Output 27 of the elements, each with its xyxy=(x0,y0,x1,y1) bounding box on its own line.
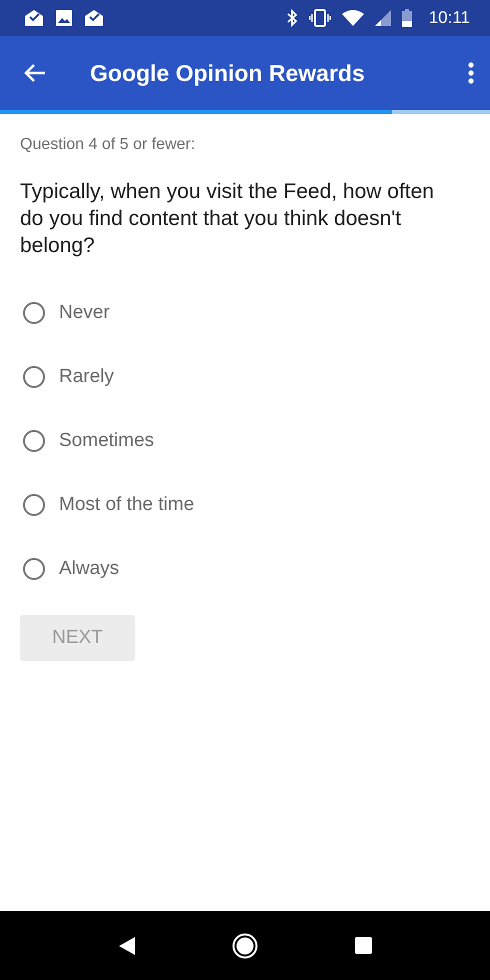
back-icon[interactable] xyxy=(118,936,134,954)
battery-icon xyxy=(402,9,412,27)
question-counter: Question 4 of 5 or fewer: xyxy=(20,136,196,154)
question-text: Typically, when you visit the Feed, how often do you find content that you think doesn't belong? xyxy=(20,179,435,259)
wifi-icon xyxy=(342,10,364,26)
bluetooth-icon xyxy=(286,9,298,27)
back-arrow-icon[interactable] xyxy=(24,63,46,83)
option-label[interactable]: Most of the time xyxy=(59,494,194,516)
recents-icon[interactable] xyxy=(354,937,372,954)
radio-button[interactable] xyxy=(23,558,45,580)
home-icon[interactable] xyxy=(232,932,258,958)
option-label[interactable]: Rarely xyxy=(59,366,114,388)
option-label[interactable]: Always xyxy=(59,558,120,580)
mail-icon xyxy=(24,9,44,27)
image-icon xyxy=(55,9,73,27)
clock-time: 10:11 xyxy=(428,8,470,28)
radio-button[interactable] xyxy=(23,494,45,516)
vibrate-icon xyxy=(308,9,331,27)
radio-button[interactable] xyxy=(23,302,45,324)
mail-icon xyxy=(84,9,104,27)
app-title: Google Opinion Rewards xyxy=(90,60,366,86)
option-label[interactable]: Sometimes xyxy=(59,430,154,452)
radio-button[interactable] xyxy=(23,430,45,452)
option-label[interactable]: Never xyxy=(59,302,110,324)
radio-button[interactable] xyxy=(23,366,45,388)
signal-icon xyxy=(374,10,391,26)
more-options-icon[interactable] xyxy=(468,62,474,84)
